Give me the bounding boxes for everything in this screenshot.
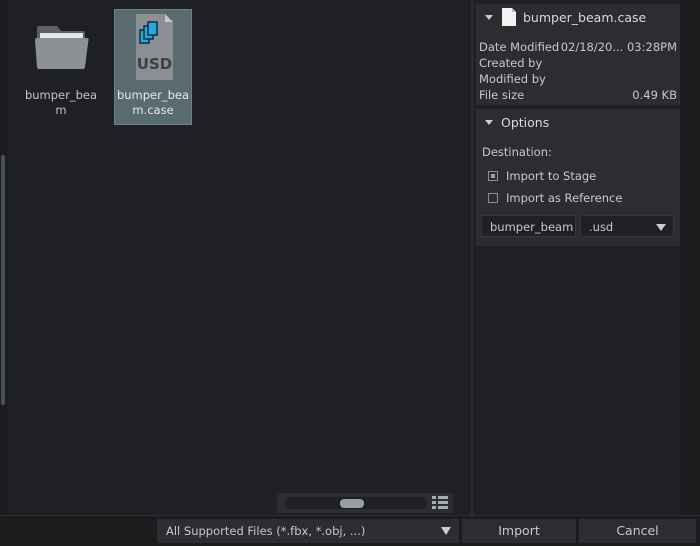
left-scrollbar[interactable] [0,0,8,515]
collapse-icon [485,119,493,125]
usd-file-icon: USD [136,14,173,80]
bottom-bar: All Supported Files (*.fbx, *.obj, ...) … [0,515,700,546]
file-name: bumper_beam [24,88,98,117]
radio-selected-icon[interactable] [488,171,498,181]
cancel-button[interactable]: Cancel [579,519,696,543]
file-grid: bumper_beam USD bumper_beam.case [8,0,471,515]
file-info-filename: bumper_beam.case [523,9,647,25]
radio-unselected-icon[interactable] [488,193,498,203]
import-to-stage-option[interactable]: Import to Stage [488,165,680,187]
zoom-slider-track[interactable] [285,497,427,509]
options-title: Options [501,114,550,130]
import-as-reference-option[interactable]: Import as Reference [488,187,680,209]
folder-icon [35,26,89,69]
options-header[interactable]: Options [476,109,680,135]
svg-text:USD: USD [137,55,172,73]
collapse-icon [485,14,493,20]
file-name: bumper_beam.case [116,88,190,117]
file-item-folder[interactable]: bumper_beam [23,10,99,124]
file-info-header[interactable]: bumper_beam.case [476,4,680,30]
info-row-file-size: File size 0.49 KB [479,88,677,102]
import-button[interactable]: Import [462,519,576,543]
info-row-created-by: Created by [479,56,543,70]
stage-name-input[interactable]: bumper_beam [481,215,576,237]
grid-view-icon[interactable] [432,496,448,510]
panel-divider[interactable] [471,0,473,515]
dropdown-arrow-icon [441,527,451,535]
zoom-slider-knob[interactable] [340,499,364,508]
info-row-date-modified: Date Modified 02/18/20... 03:28PM [479,40,677,54]
info-row-modified-by: Modified by [479,72,546,86]
horizontal-scroll-toolbar [277,493,453,513]
file-info-panel: bumper_beam.case Date Modified 02/18/20..… [476,4,680,105]
file-type-filter-dropdown[interactable]: All Supported Files (*.fbx, *.obj, ...) [157,519,459,543]
file-item-usd[interactable]: USD bumper_beam.case [114,9,192,125]
options-panel: Options Destination: Import to Stage Imp… [476,109,680,246]
destination-label: Destination: [482,145,552,159]
left-scrollbar-thumb[interactable] [1,155,5,405]
right-edge [680,0,700,515]
dropdown-arrow-icon [656,224,666,231]
extension-dropdown[interactable]: .usd [580,215,674,237]
document-icon [502,8,516,26]
